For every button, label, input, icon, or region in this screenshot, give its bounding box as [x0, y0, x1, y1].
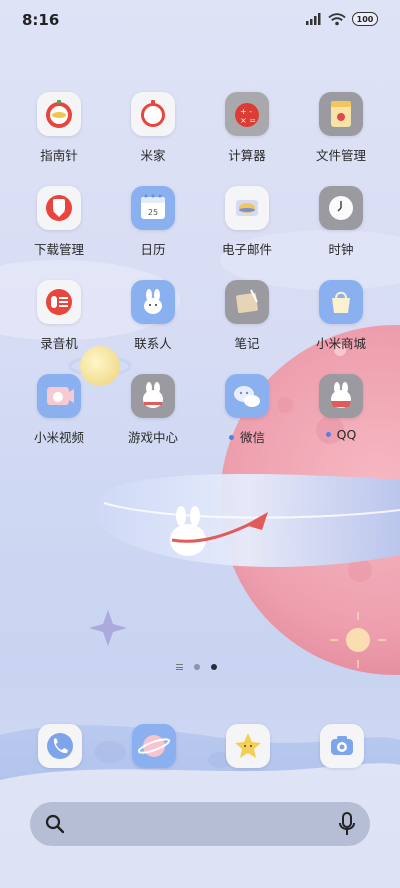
app-label-notes: 笔记 [234, 336, 260, 351]
qq-icon[interactable] [319, 374, 363, 418]
svg-text:+ -: + - [240, 107, 252, 116]
app-label-download-manager: 下载管理 [33, 242, 84, 257]
app-label-mi-video: 小米视频 [33, 430, 84, 445]
app-contacts[interactable]: 联系人 [113, 280, 193, 352]
app-calculator[interactable]: + - × = 计算器 [207, 92, 287, 164]
app-label-recorder: 录音机 [40, 336, 78, 351]
dock-themes[interactable] [226, 724, 270, 768]
app-label-mi-store: 小米商城 [315, 336, 366, 351]
app-clock[interactable]: 时钟 [301, 186, 381, 258]
app-label-email: 电子邮件 [221, 242, 272, 257]
app-notes[interactable]: 笔记 [207, 280, 287, 352]
app-mi-video[interactable]: 小米视频 [19, 374, 99, 446]
page-indicator-menu-icon[interactable] [176, 664, 183, 670]
camera-icon[interactable] [320, 724, 364, 768]
new-indicator-dot [228, 435, 234, 440]
mi-store-icon[interactable] [319, 280, 363, 324]
app-wechat[interactable]: 微信 [207, 374, 287, 446]
battery-indicator: 100 [352, 12, 378, 26]
game-center-icon[interactable] [131, 374, 175, 418]
app-recorder[interactable]: 录音机 [19, 280, 99, 352]
recorder-icon[interactable] [37, 280, 81, 324]
mijia-icon[interactable] [131, 92, 175, 136]
wifi-icon [328, 12, 346, 26]
phone-icon[interactable] [38, 724, 82, 768]
search-bar[interactable] [30, 802, 370, 846]
new-indicator-dot [325, 432, 331, 437]
app-label-qq: QQ [301, 427, 381, 442]
star-icon[interactable] [226, 724, 270, 768]
file-manager-icon[interactable] [319, 92, 363, 136]
app-label-contacts: 联系人 [134, 336, 172, 351]
page-indicator[interactable] [176, 664, 217, 670]
app-label-wechat: 微信 [207, 427, 287, 446]
app-label-wechat-text: 微信 [239, 430, 265, 445]
browser-icon[interactable] [132, 724, 176, 768]
calculator-icon[interactable]: + - × = [225, 92, 269, 136]
status-time: 8:16 [22, 11, 60, 29]
app-game-center[interactable]: 游戏中心 [113, 374, 193, 446]
wechat-icon[interactable] [225, 374, 269, 418]
app-mijia[interactable]: 米家 [113, 92, 193, 164]
svg-text:× =: × = [240, 116, 256, 125]
clock-icon[interactable] [319, 186, 363, 230]
app-file-manager[interactable]: 文件管理 [301, 92, 381, 164]
app-label-file-manager: 文件管理 [315, 148, 366, 163]
app-email[interactable]: 电子邮件 [207, 186, 287, 258]
app-label-calendar: 日历 [140, 242, 166, 257]
status-icons: 100 [306, 12, 378, 26]
signal-icon [306, 13, 322, 25]
download-manager-icon[interactable] [37, 186, 81, 230]
app-calendar[interactable]: 25 日历 [113, 186, 193, 258]
app-compass[interactable]: 指南针 [19, 92, 99, 164]
dock-browser[interactable] [132, 724, 176, 768]
app-label-clock: 时钟 [328, 242, 354, 257]
contacts-icon[interactable] [131, 280, 175, 324]
compass-icon[interactable] [37, 92, 81, 136]
app-mi-store[interactable]: 小米商城 [301, 280, 381, 352]
app-download-manager[interactable]: 下载管理 [19, 186, 99, 258]
search-icon[interactable] [44, 813, 66, 839]
app-label-qq-text: QQ [336, 427, 357, 442]
mi-video-icon[interactable] [37, 374, 81, 418]
app-label-compass: 指南针 [40, 148, 78, 163]
app-label-mijia: 米家 [140, 148, 166, 163]
page-dot-2[interactable] [211, 664, 217, 670]
app-label-game-center: 游戏中心 [127, 430, 178, 445]
page-dot-1[interactable] [194, 664, 200, 670]
notes-icon[interactable] [225, 280, 269, 324]
calendar-icon[interactable]: 25 [131, 186, 175, 230]
app-qq[interactable]: QQ [301, 374, 381, 442]
dock-phone[interactable] [38, 724, 82, 768]
microphone-icon[interactable] [338, 812, 356, 840]
calendar-date: 25 [148, 208, 158, 217]
app-label-calculator: 计算器 [228, 148, 266, 163]
status-bar: 8:16 100 [0, 0, 400, 40]
email-icon[interactable] [225, 186, 269, 230]
dock-camera[interactable] [320, 724, 364, 768]
